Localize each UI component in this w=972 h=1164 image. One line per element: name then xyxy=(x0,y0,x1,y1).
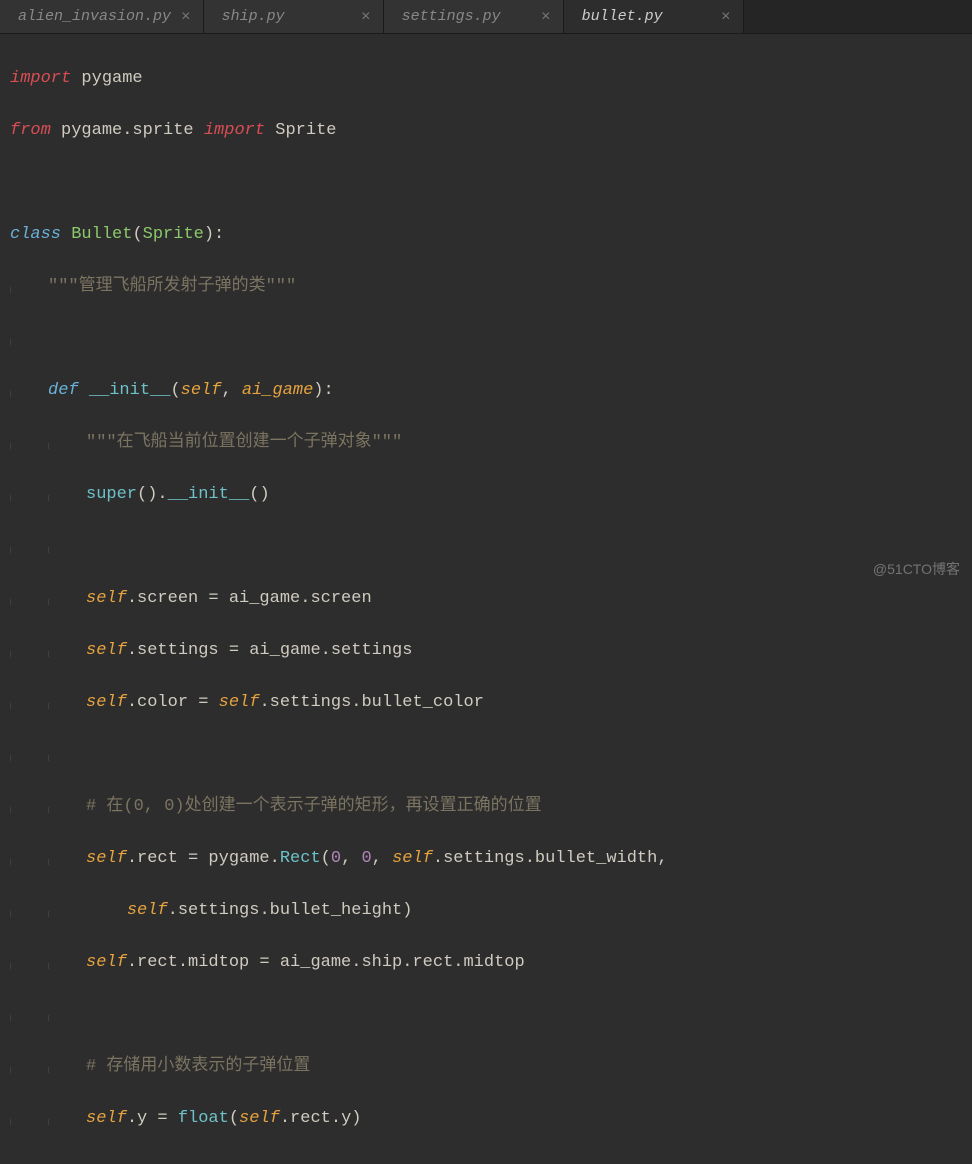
import-name: Sprite xyxy=(275,121,336,140)
keyword-class: class xyxy=(10,225,61,244)
code-line: def __init__(self, ai_game): xyxy=(10,378,962,404)
attr-chain: .settings.bullet_color xyxy=(259,693,483,712)
assignment: .y = xyxy=(127,1109,178,1128)
docstring: """管理飞船所发射子弹的类""" xyxy=(48,277,296,296)
method-call: __init__ xyxy=(168,485,250,504)
code-line: self.rect.midtop = ai_game.ship.rect.mid… xyxy=(10,950,962,976)
watermark: @51CTO博客 xyxy=(873,559,960,579)
code-line: class Bullet(Sprite): xyxy=(10,222,962,248)
code-line: self.y = float(self.rect.y) xyxy=(10,1106,962,1132)
tab-bar: alien_invasion.py × ship.py × settings.p… xyxy=(0,0,972,34)
tab-settings[interactable]: settings.py × xyxy=(384,0,564,33)
comment: # 在(0, 0)处创建一个表示子弹的矩形，再设置正确的位置 xyxy=(86,797,542,816)
code-line: from pygame.sprite import Sprite xyxy=(10,118,962,144)
base-class: Sprite xyxy=(143,225,204,244)
close-icon[interactable]: × xyxy=(541,8,551,26)
close-icon[interactable]: × xyxy=(181,8,191,26)
close-icon[interactable]: × xyxy=(721,8,731,26)
comment: # 存储用小数表示的子弹位置 xyxy=(86,1057,310,1076)
class-name: Bullet xyxy=(71,225,132,244)
tab-label: bullet.py xyxy=(582,8,663,25)
self-ref: self xyxy=(86,953,127,972)
code-line: self.rect = pygame.Rect(0, 0, self.setti… xyxy=(10,846,962,872)
self-ref: self xyxy=(392,849,433,868)
attr-chain: .settings.bullet_width, xyxy=(433,849,668,868)
docstring: """在飞船当前位置创建一个子弹对象""" xyxy=(86,433,402,452)
code-line: self.color = self.settings.bullet_color xyxy=(10,690,962,716)
tab-label: ship.py xyxy=(222,8,285,25)
assignment: .rect = pygame. xyxy=(127,849,280,868)
code-line xyxy=(10,170,962,196)
class-call: Rect xyxy=(280,849,321,868)
code-line: self.settings = ai_game.settings xyxy=(10,638,962,664)
param-self: self xyxy=(181,381,222,400)
number: 0 xyxy=(361,849,371,868)
self-ref: self xyxy=(86,641,127,660)
tab-label: alien_invasion.py xyxy=(18,8,171,25)
builtin-float: float xyxy=(178,1109,229,1128)
close-icon[interactable]: × xyxy=(361,8,371,26)
module-path: pygame.sprite xyxy=(61,121,194,140)
code-line: # 在(0, 0)处创建一个表示子弹的矩形，再设置正确的位置 xyxy=(10,794,962,820)
param: ai_game xyxy=(242,381,313,400)
code-line: self.screen = ai_game.screen xyxy=(10,586,962,612)
code-line: import pygame xyxy=(10,66,962,92)
self-ref: self xyxy=(86,589,127,608)
module-name: pygame xyxy=(81,69,142,88)
assignment: .settings = ai_game.settings xyxy=(127,641,413,660)
method-name: __init__ xyxy=(89,381,171,400)
self-ref: self xyxy=(86,693,127,712)
self-ref: self xyxy=(86,849,127,868)
tab-label: settings.py xyxy=(402,8,501,25)
code-line: """在飞船当前位置创建一个子弹对象""" xyxy=(10,430,962,456)
code-line: super().__init__() xyxy=(10,482,962,508)
code-line: """管理飞船所发射子弹的类""" xyxy=(10,274,962,300)
tab-alien-invasion[interactable]: alien_invasion.py × xyxy=(0,0,204,33)
keyword-from: from xyxy=(10,121,51,140)
code-line xyxy=(10,742,962,768)
keyword-import: import xyxy=(10,69,71,88)
keyword-def: def xyxy=(48,381,79,400)
self-ref: self xyxy=(86,1109,127,1128)
self-ref: self xyxy=(219,693,260,712)
code-line xyxy=(10,1002,962,1028)
attr-chain: .settings.bullet_height) xyxy=(168,901,413,920)
code-line: # 存储用小数表示的子弹位置 xyxy=(10,1054,962,1080)
code-line: self.settings.bullet_height) xyxy=(10,898,962,924)
attr-chain: .rect.y) xyxy=(280,1109,362,1128)
tab-ship[interactable]: ship.py × xyxy=(204,0,384,33)
assignment: .rect.midtop = ai_game.ship.rect.midtop xyxy=(127,953,525,972)
self-ref: self xyxy=(239,1109,280,1128)
code-line xyxy=(10,534,962,560)
code-line xyxy=(10,326,962,352)
builtin-super: super xyxy=(86,485,137,504)
assignment: .screen = ai_game.screen xyxy=(127,589,372,608)
code-editor[interactable]: import pygame from pygame.sprite import … xyxy=(0,34,972,1164)
assignment: .color = xyxy=(127,693,219,712)
tab-bullet[interactable]: bullet.py × xyxy=(564,0,744,33)
number: 0 xyxy=(331,849,341,868)
keyword-import: import xyxy=(204,121,265,140)
self-ref: self xyxy=(127,901,168,920)
